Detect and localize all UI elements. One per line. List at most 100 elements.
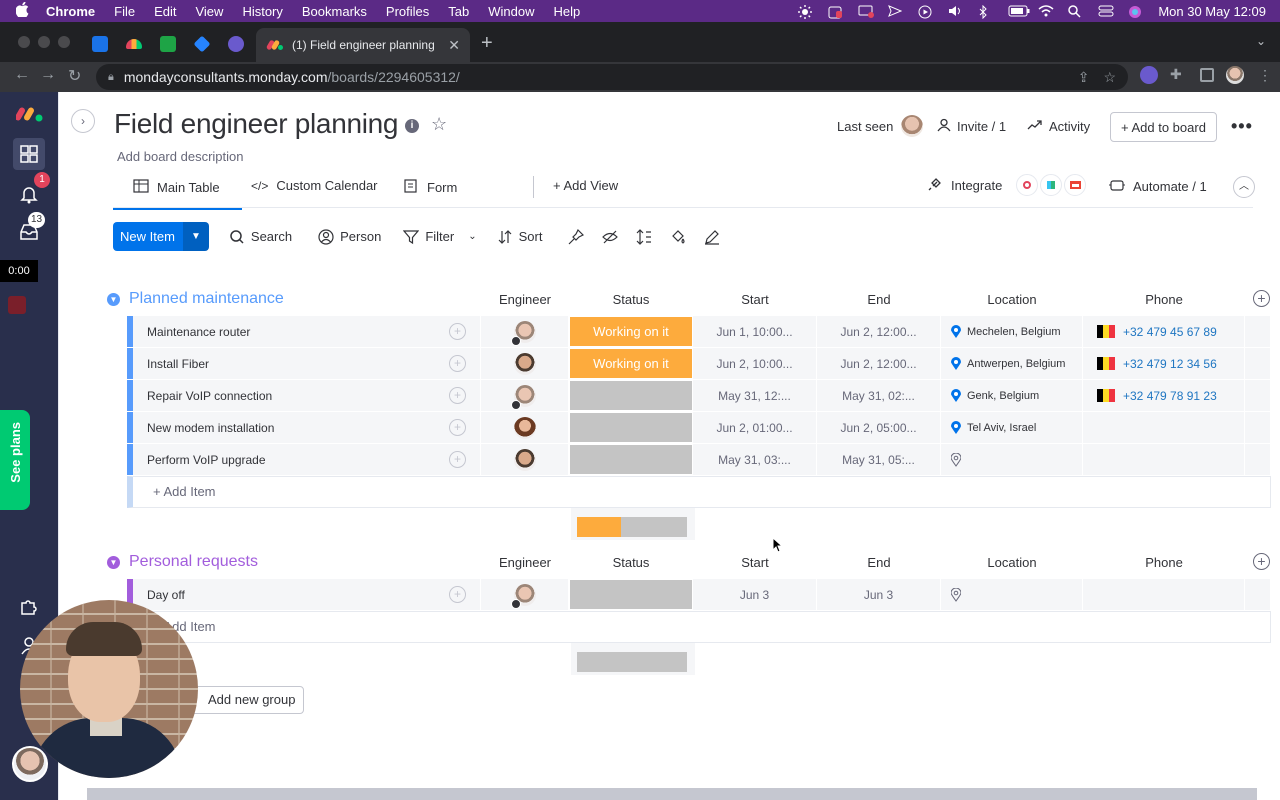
zoom-window-button[interactable] [58, 36, 70, 48]
column-header-location[interactable]: Location [941, 292, 1083, 307]
bell-icon[interactable] [19, 184, 39, 204]
add-to-board-button[interactable]: + Add to board [1110, 112, 1217, 142]
new-tab-icon[interactable]: + [481, 32, 493, 55]
add-item-row[interactable]: + Add Item [127, 476, 1271, 508]
group-collapse-chevron-icon[interactable]: ▼ [107, 293, 120, 306]
automate-button[interactable]: Automate / 1 [1109, 178, 1207, 195]
column-header-engineer[interactable]: Engineer [481, 292, 569, 307]
phone-cell[interactable] [1083, 444, 1245, 475]
location-cell[interactable] [941, 444, 1083, 475]
column-header-phone[interactable]: Phone [1083, 292, 1245, 307]
menu-bookmarks[interactable]: Bookmarks [302, 4, 367, 19]
close-tab-icon[interactable]: ✕ [448, 37, 460, 54]
row-height-icon[interactable] [636, 228, 652, 245]
share-icon[interactable]: ⇪ [1078, 69, 1090, 86]
sort-button[interactable]: Sort [497, 229, 542, 245]
send-icon[interactable] [888, 5, 904, 17]
horizontal-scrollbar[interactable] [87, 788, 1257, 800]
menu-help[interactable]: Help [554, 4, 581, 19]
item-name-cell[interactable]: Install Fiber + [133, 348, 481, 379]
start-date-cell[interactable]: Jun 1, 10:00... [693, 316, 817, 347]
menu-file[interactable]: File [114, 4, 135, 19]
add-new-group-button[interactable]: Add new group [187, 686, 305, 714]
phone-cell[interactable]: +32 479 45 67 89 [1083, 316, 1245, 347]
pin-icon[interactable] [568, 228, 585, 245]
volume-icon[interactable] [948, 5, 964, 17]
column-header-location[interactable]: Location [941, 555, 1083, 570]
menu-profiles[interactable]: Profiles [386, 4, 429, 19]
forward-arrow-icon[interactable]: → [40, 66, 56, 84]
minimize-window-button[interactable] [38, 36, 50, 48]
group-collapse-chevron-icon[interactable]: ▼ [107, 556, 120, 569]
webcam-overlay[interactable] [20, 600, 198, 778]
invite-button[interactable]: Invite / 1 [937, 112, 1006, 140]
add-column-icon[interactable]: + [1253, 553, 1270, 570]
collapse-header-chevron-icon[interactable]: ︿ [1233, 176, 1255, 198]
column-header-status[interactable]: Status [569, 292, 693, 307]
add-update-icon[interactable]: + [449, 451, 466, 468]
paint-bucket-icon[interactable] [670, 229, 686, 245]
engineer-cell[interactable] [481, 412, 569, 443]
bookmark-star-icon[interactable]: ☆ [1103, 69, 1116, 86]
item-name-cell[interactable]: New modem installation + [133, 412, 481, 443]
column-header-end[interactable]: End [817, 555, 941, 570]
status-cell[interactable]: Working on it [569, 316, 693, 347]
see-plans-button[interactable]: See plans [0, 410, 30, 510]
add-update-icon[interactable]: + [449, 387, 466, 404]
end-date-cell[interactable]: May 31, 05:... [817, 444, 941, 475]
profile-avatar[interactable] [1226, 66, 1244, 84]
menu-tab[interactable]: Tab [448, 4, 469, 19]
add-view-button[interactable]: + Add View [553, 178, 618, 193]
engineer-cell[interactable] [481, 380, 569, 411]
extension-icon[interactable] [1140, 66, 1158, 84]
add-item-row[interactable]: + Add Item [127, 611, 1271, 643]
brightness-icon[interactable] [798, 5, 814, 19]
add-update-icon[interactable]: + [449, 323, 466, 340]
column-header-phone[interactable]: Phone [1083, 555, 1245, 570]
phone-cell[interactable] [1083, 412, 1245, 443]
group-title[interactable]: Personal requests [129, 553, 258, 571]
menu-edit[interactable]: Edit [154, 4, 176, 19]
board-title[interactable]: Field engineer planning [114, 108, 399, 140]
table-row[interactable]: Day off + Jun 3 Jun 3 [127, 579, 1271, 611]
side-panel-icon[interactable] [1200, 68, 1214, 82]
bluetooth-icon[interactable] [978, 4, 994, 20]
new-item-button[interactable]: New Item [113, 222, 183, 251]
pinned-tab-chat-icon[interactable] [160, 36, 176, 52]
menubar-clock[interactable]: Mon 30 May 12:09 [1158, 4, 1266, 19]
battery-icon[interactable] [1008, 5, 1030, 17]
person-filter-button[interactable]: Person [318, 228, 381, 245]
tab-form[interactable]: Form [403, 178, 457, 197]
close-window-button[interactable] [18, 36, 30, 48]
board-description[interactable]: Add board description [117, 149, 243, 164]
location-cell[interactable]: Mechelen, Belgium [941, 316, 1083, 347]
screen-share-icon[interactable] [858, 5, 875, 18]
start-date-cell[interactable]: Jun 2, 10:00... [693, 348, 817, 379]
control-center-icon[interactable] [1098, 5, 1114, 17]
table-row[interactable]: Perform VoIP upgrade + May 31, 03:... May… [127, 444, 1271, 476]
favorite-star-icon[interactable]: ☆ [431, 114, 447, 135]
table-row[interactable]: Install Fiber + Working on it Jun 2, 10:0… [127, 348, 1271, 380]
filter-button[interactable]: Filter ⌄ [403, 229, 477, 245]
spotlight-search-icon[interactable] [1068, 5, 1084, 18]
record-stop-button[interactable] [8, 296, 26, 314]
end-date-cell[interactable]: Jun 2, 05:00... [817, 412, 941, 443]
location-cell[interactable]: Antwerpen, Belgium [941, 348, 1083, 379]
column-header-status[interactable]: Status [569, 555, 693, 570]
board-info-icon[interactable]: i [405, 119, 419, 133]
activity-button[interactable]: Activity [1027, 112, 1090, 140]
start-date-cell[interactable]: Jun 3 [693, 579, 817, 610]
item-name-cell[interactable]: Perform VoIP upgrade + [133, 444, 481, 475]
group-title[interactable]: Planned maintenance [129, 290, 284, 308]
end-date-cell[interactable]: Jun 2, 12:00... [817, 316, 941, 347]
column-header-start[interactable]: Start [693, 555, 817, 570]
add-update-icon[interactable]: + [449, 355, 466, 372]
start-date-cell[interactable]: Jun 2, 01:00... [693, 412, 817, 443]
chrome-menu-icon[interactable]: ⋮ [1256, 66, 1274, 84]
start-date-cell[interactable]: May 31, 12:... [693, 380, 817, 411]
phone-cell[interactable]: +32 479 78 91 23 [1083, 380, 1245, 411]
menu-window[interactable]: Window [488, 4, 534, 19]
wifi-icon[interactable] [1038, 5, 1054, 17]
apple-icon[interactable] [15, 1, 32, 20]
item-name-cell[interactable]: Repair VoIP connection + [133, 380, 481, 411]
